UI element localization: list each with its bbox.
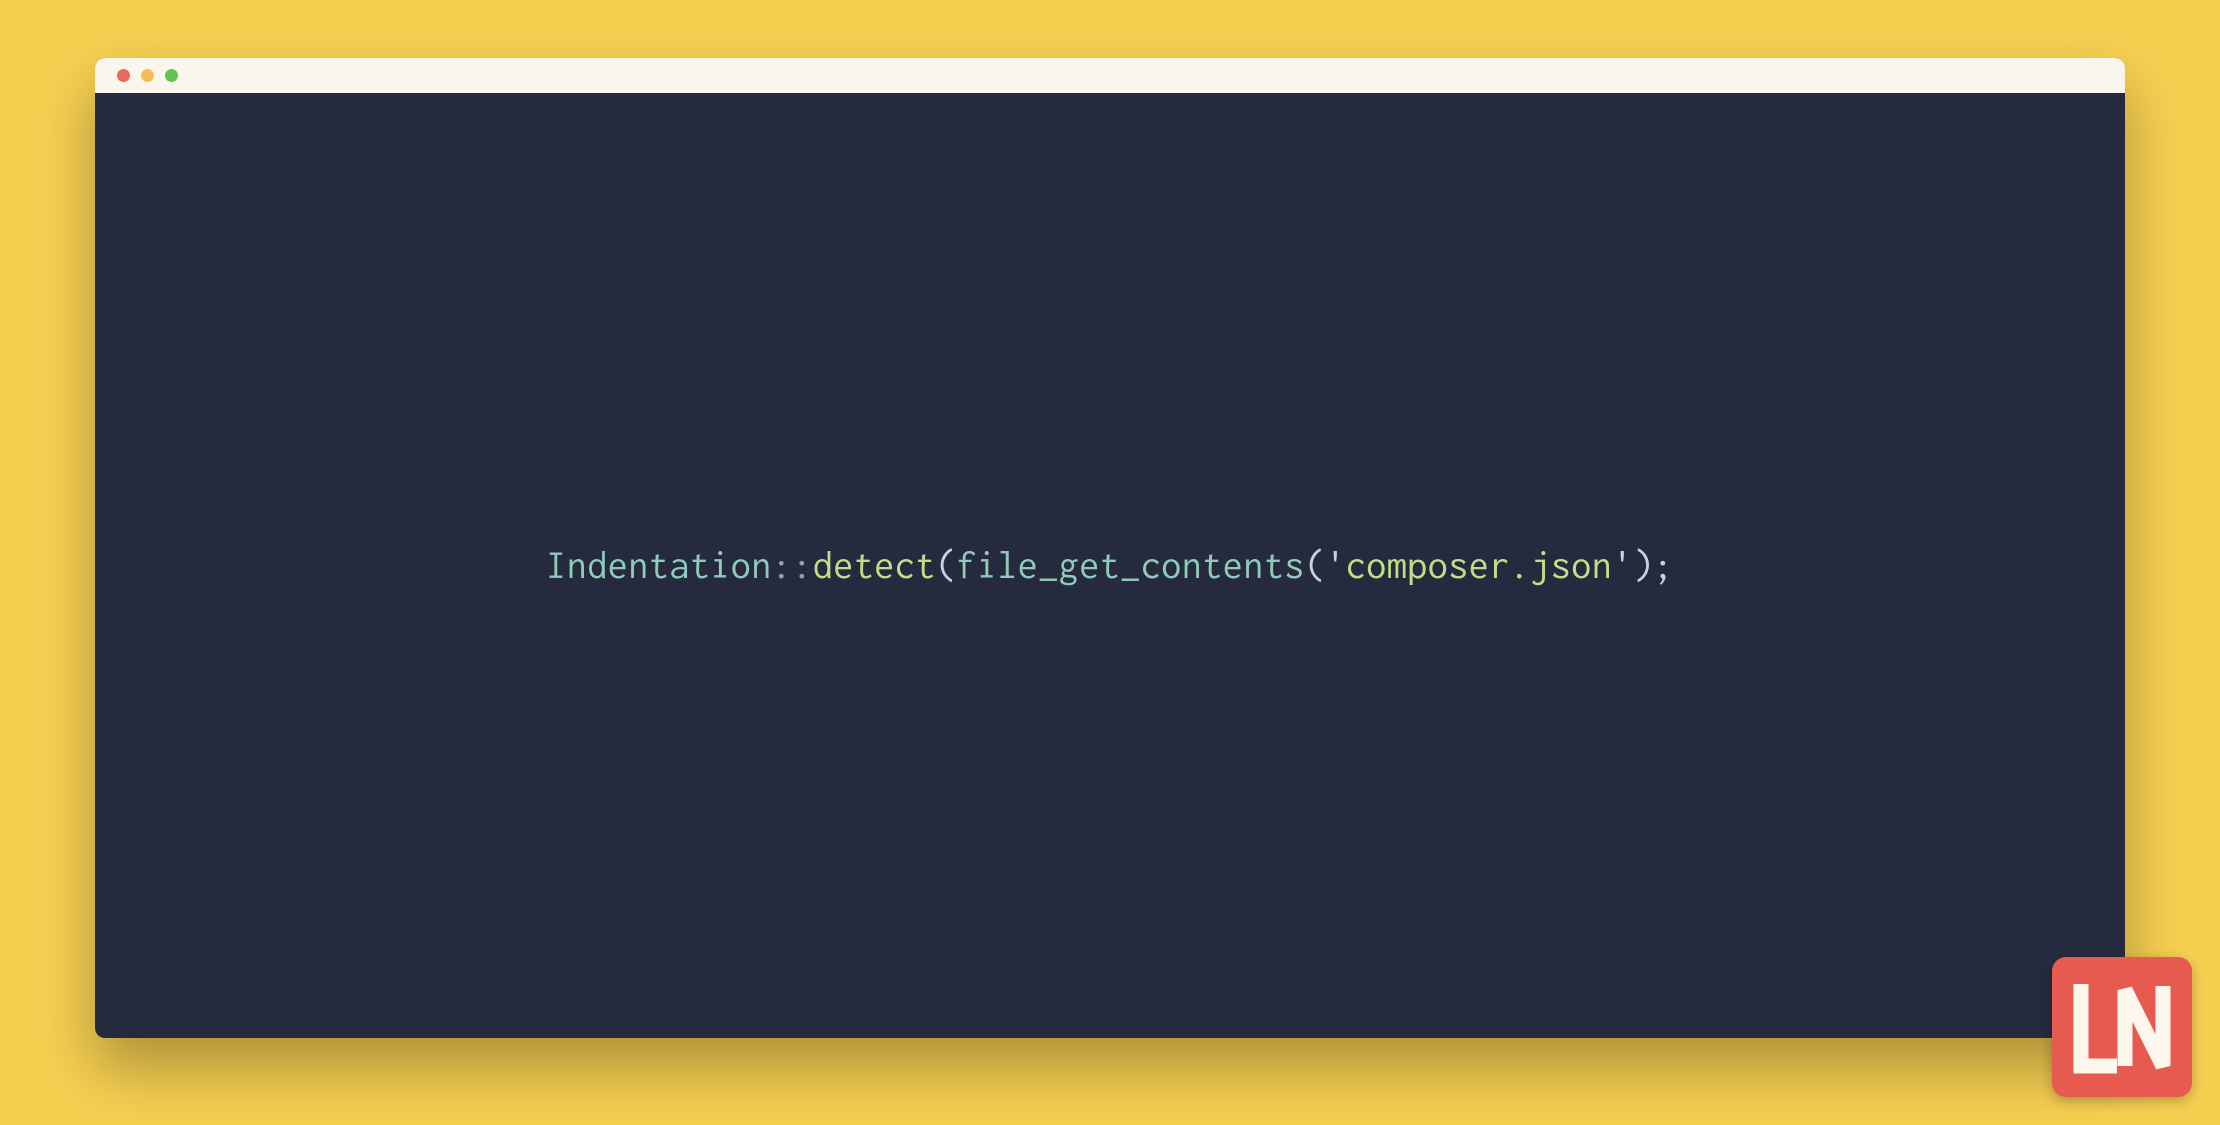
token-paren-open: ( bbox=[936, 544, 957, 586]
token-method: detect bbox=[813, 544, 936, 586]
token-operator: :: bbox=[772, 544, 813, 586]
editor-area: Indentation::detect(file_get_contents('c… bbox=[95, 93, 2125, 1038]
maximize-icon[interactable] bbox=[165, 69, 178, 82]
close-icon[interactable] bbox=[117, 69, 130, 82]
token-function: file_get_contents bbox=[956, 544, 1305, 586]
token-paren-open: ( bbox=[1305, 544, 1326, 586]
token-class: Indentation bbox=[546, 544, 772, 586]
token-semicolon: ; bbox=[1653, 544, 1674, 586]
logo-badge bbox=[2052, 957, 2192, 1097]
token-quote: ' bbox=[1612, 544, 1633, 586]
minimize-icon[interactable] bbox=[141, 69, 154, 82]
window-titlebar bbox=[95, 58, 2125, 93]
editor-window: Indentation::detect(file_get_contents('c… bbox=[95, 58, 2125, 1038]
logo-icon bbox=[2067, 972, 2177, 1082]
token-quote: ' bbox=[1325, 544, 1346, 586]
token-paren-close: ) bbox=[1633, 544, 1654, 586]
token-string: composer.json bbox=[1346, 544, 1613, 586]
code-line: Indentation::detect(file_get_contents('c… bbox=[546, 544, 1674, 586]
